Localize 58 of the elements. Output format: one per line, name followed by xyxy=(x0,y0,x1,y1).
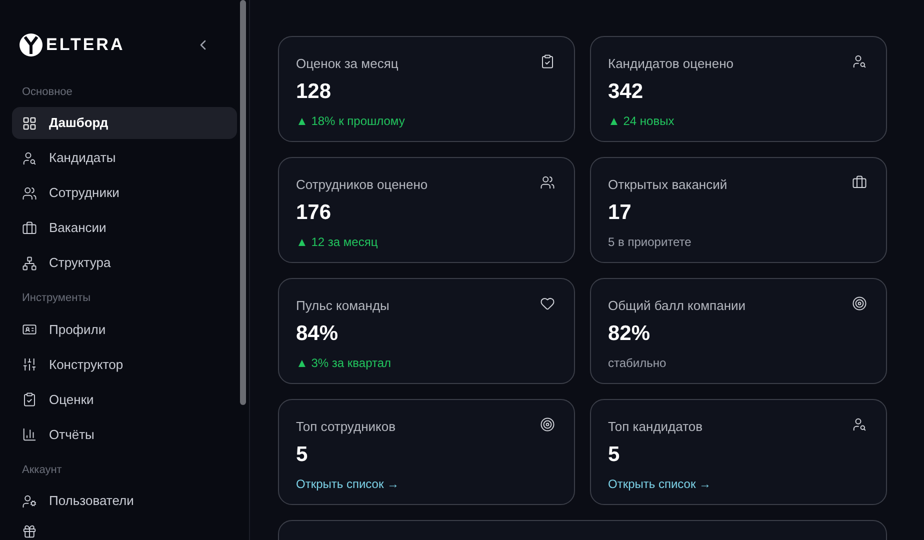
card-value: 84% xyxy=(296,320,338,346)
trend-text: ▲ 3% за квартал xyxy=(296,354,392,372)
open-list-link[interactable]: Открыть список → xyxy=(296,474,400,492)
user-gear-icon xyxy=(22,494,37,508)
gift-icon xyxy=(22,524,37,539)
clipboard-check-icon xyxy=(540,54,555,69)
card-title: Сотрудников оценено xyxy=(296,176,428,194)
nav-item[interactable]: Пользователи xyxy=(12,485,237,517)
heart-icon xyxy=(540,296,555,311)
nav-item[interactable]: Сотрудники xyxy=(12,177,237,209)
card-value: 17 xyxy=(608,200,632,226)
hierarchy-icon xyxy=(22,256,37,270)
id-card-icon xyxy=(22,322,37,337)
card-value: 82% xyxy=(608,320,650,346)
card-value: 128 xyxy=(296,78,332,104)
card-title: Оценок за месяц xyxy=(296,55,398,73)
card-title: Кандидатов оценено xyxy=(608,55,734,73)
section-label: Основное xyxy=(21,84,74,100)
logo-icon xyxy=(19,32,43,57)
card-title: Пульс команды xyxy=(296,297,390,315)
open-list-link[interactable]: Открыть список → xyxy=(608,474,712,492)
nav-item[interactable]: Дашборд xyxy=(12,107,237,139)
brand-name: ELTERA xyxy=(46,34,125,56)
trend-text: ▲ 24 новых xyxy=(608,112,674,130)
user-search-icon xyxy=(852,54,867,69)
nav-item[interactable]: Структура xyxy=(12,247,237,279)
note-text: стабильно xyxy=(608,354,666,372)
card-value: 176 xyxy=(296,200,332,226)
nav-item[interactable]: Оценки xyxy=(12,384,237,416)
nav-item[interactable]: Конструктор xyxy=(12,348,237,380)
sliders-icon xyxy=(22,357,37,372)
nav-item[interactable]: Вакансии xyxy=(12,212,237,244)
card-title: Топ сотрудников xyxy=(296,418,396,436)
section-label: Аккаунт xyxy=(21,462,63,478)
target-icon xyxy=(852,296,867,311)
nav-item[interactable]: Отчёты xyxy=(12,418,237,450)
nav-item[interactable]: Профили xyxy=(12,314,237,346)
trend-text: ▲ 12 за месяц xyxy=(296,234,378,250)
target-icon xyxy=(540,417,555,432)
card-title: Открытых вакансий xyxy=(608,176,728,194)
briefcase-icon xyxy=(852,175,867,190)
briefcase-icon xyxy=(22,220,37,236)
clipboard-check-icon xyxy=(22,392,37,407)
card-value: 5 xyxy=(608,442,620,468)
nav-item[interactable]: Кандидаты xyxy=(12,142,237,174)
grid-icon xyxy=(22,116,37,130)
trend-text: ▲ 18% к прошлому xyxy=(296,112,405,130)
users-icon xyxy=(540,175,555,190)
user-search-icon xyxy=(22,150,37,166)
card-title: Топ кандидатов xyxy=(608,418,703,436)
bar-chart-icon xyxy=(22,427,37,442)
users-icon xyxy=(22,186,37,200)
card-value: 5 xyxy=(296,442,308,468)
card-title: Общий балл компании xyxy=(608,297,746,315)
note-text: 5 в приоритете xyxy=(608,234,692,250)
card-value: 342 xyxy=(608,78,644,104)
user-search-icon xyxy=(852,417,867,432)
section-label: Инструменты xyxy=(21,291,92,306)
